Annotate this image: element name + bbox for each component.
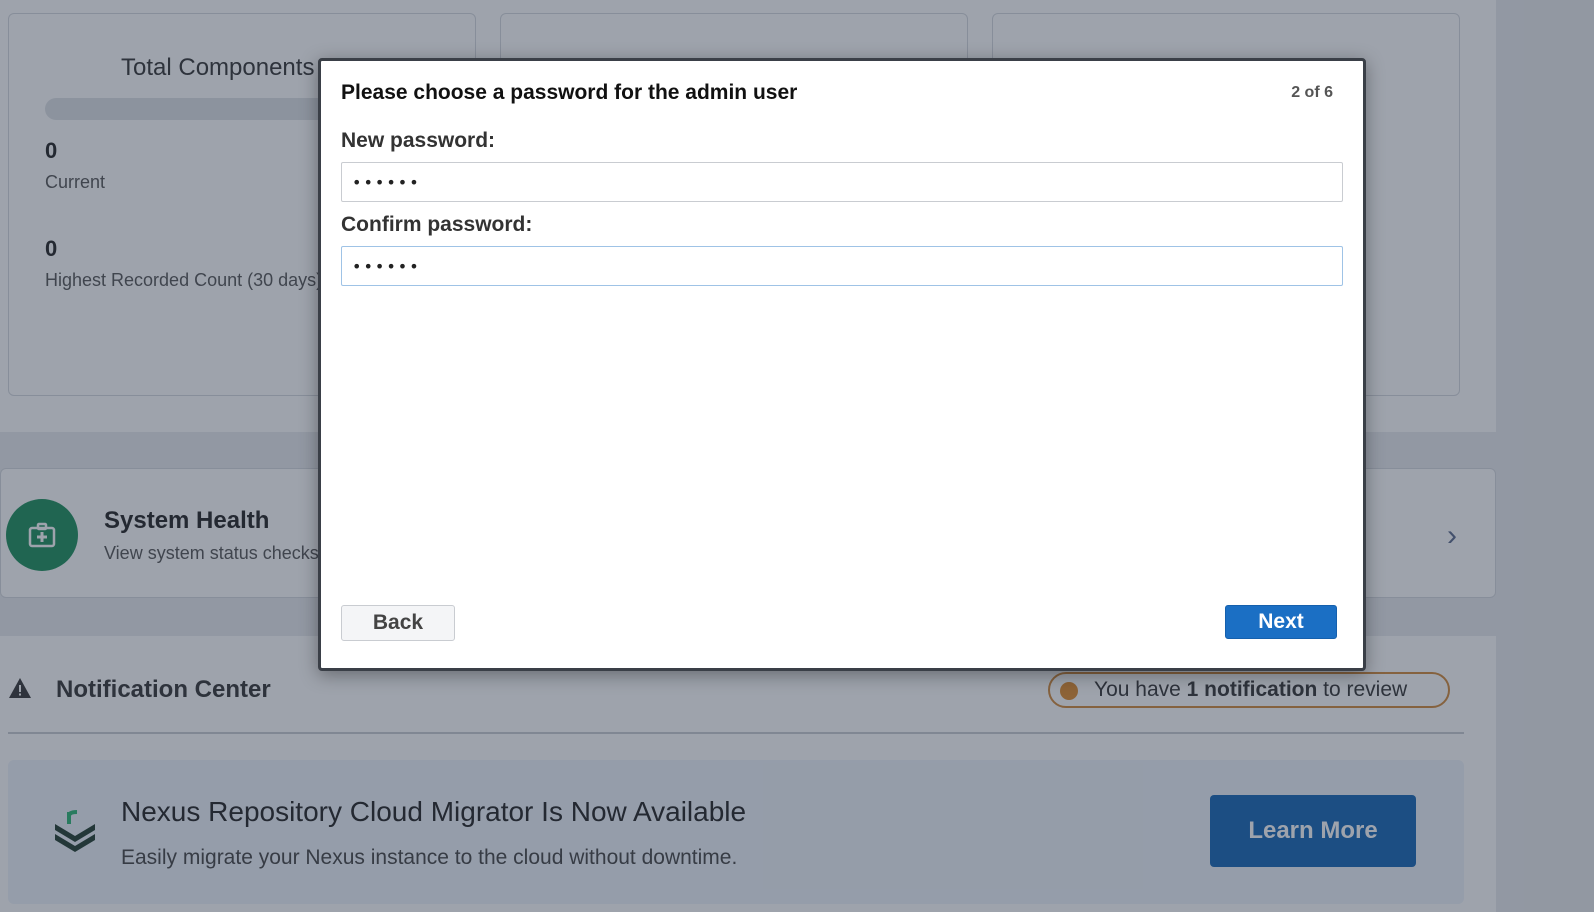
back-button[interactable]: Back xyxy=(341,605,455,641)
admin-password-dialog: Please choose a password for the admin u… xyxy=(318,58,1366,671)
new-password-label: New password: xyxy=(341,129,496,152)
step-indicator: 2 of 6 xyxy=(1291,84,1333,101)
next-button[interactable]: Next xyxy=(1225,605,1337,639)
new-password-input[interactable] xyxy=(341,162,1343,202)
confirm-password-input[interactable] xyxy=(341,246,1343,286)
confirm-password-label: Confirm password: xyxy=(341,213,533,236)
dialog-title: Please choose a password for the admin u… xyxy=(341,81,798,104)
